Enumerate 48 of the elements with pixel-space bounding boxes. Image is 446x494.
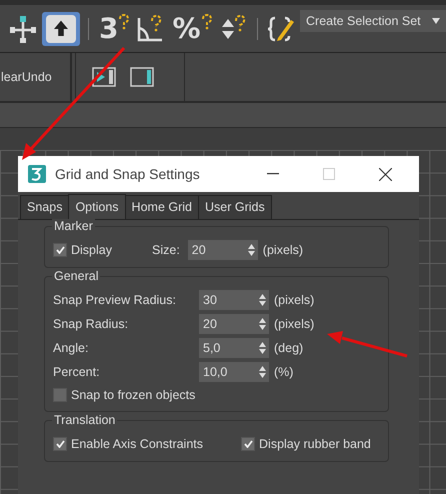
field-label: Angle:: [53, 341, 90, 355]
app-logo-icon: [27, 164, 47, 184]
field-label: Snap Radius:: [53, 317, 130, 331]
check-icon: [244, 440, 253, 448]
unit-label: (%): [274, 365, 294, 379]
check-icon: [56, 246, 64, 254]
unit-label: (pixels): [262, 243, 304, 257]
selection-set-dropdown[interactable]: Create Selection Set: [300, 10, 446, 32]
clear-undo-button[interactable]: learUndo: [0, 70, 52, 84]
check-icon: [56, 440, 64, 448]
snap-toggle-button[interactable]: 3: [97, 12, 132, 46]
snap-toggle-button[interactable]: %: [170, 12, 215, 46]
spinner-field[interactable]: 20: [199, 314, 269, 334]
spinner-arrows-icon[interactable]: [259, 318, 266, 330]
tab[interactable]: Home Grid: [124, 195, 199, 219]
option-checkbox[interactable]: Enable Axis Constraints: [53, 433, 204, 455]
unit-label: (deg): [274, 341, 304, 355]
unit-label: (pixels): [274, 293, 314, 307]
field-label: Percent:: [53, 365, 101, 379]
spinner-arrows-icon[interactable]: [259, 342, 266, 354]
display-checkbox[interactable]: Display: [53, 239, 112, 261]
spinner-field[interactable]: 30: [199, 290, 269, 310]
question-mark-icon: [200, 14, 213, 30]
spinner-field[interactable]: 10,0: [199, 362, 269, 382]
group-title: Marker: [52, 219, 95, 233]
select-object-button[interactable]: [42, 12, 80, 46]
frame-window-icon[interactable]: [130, 67, 154, 87]
spinner-arrows-icon[interactable]: [248, 244, 255, 256]
unit-label: (pixels): [274, 317, 314, 331]
option-checkbox[interactable]: Display rubber band: [241, 433, 371, 455]
caret-icon: [432, 18, 440, 24]
spinner-field[interactable]: 20: [188, 240, 258, 260]
tab[interactable]: User Grids: [198, 195, 272, 219]
spinner-field[interactable]: 5,0: [199, 338, 269, 358]
window-title: Grid and Snap Settings: [55, 166, 201, 182]
maximize-icon: [323, 168, 335, 180]
spinner-arrows-icon[interactable]: [259, 366, 266, 378]
group-title: General: [52, 269, 100, 283]
spinner-arrows-icon[interactable]: [259, 294, 266, 306]
close-icon[interactable]: [379, 168, 392, 180]
field-label: Size:: [152, 243, 180, 257]
render-frame-icon[interactable]: [92, 67, 116, 87]
tab[interactable]: Snaps: [20, 195, 70, 219]
frozen-checkbox[interactable]: Snap to frozen objects: [53, 384, 380, 406]
group-title: Translation: [52, 413, 118, 427]
question-mark-icon: [118, 14, 130, 30]
minimize-icon[interactable]: [267, 173, 279, 175]
field-label: Snap Preview Radius:: [53, 293, 177, 307]
